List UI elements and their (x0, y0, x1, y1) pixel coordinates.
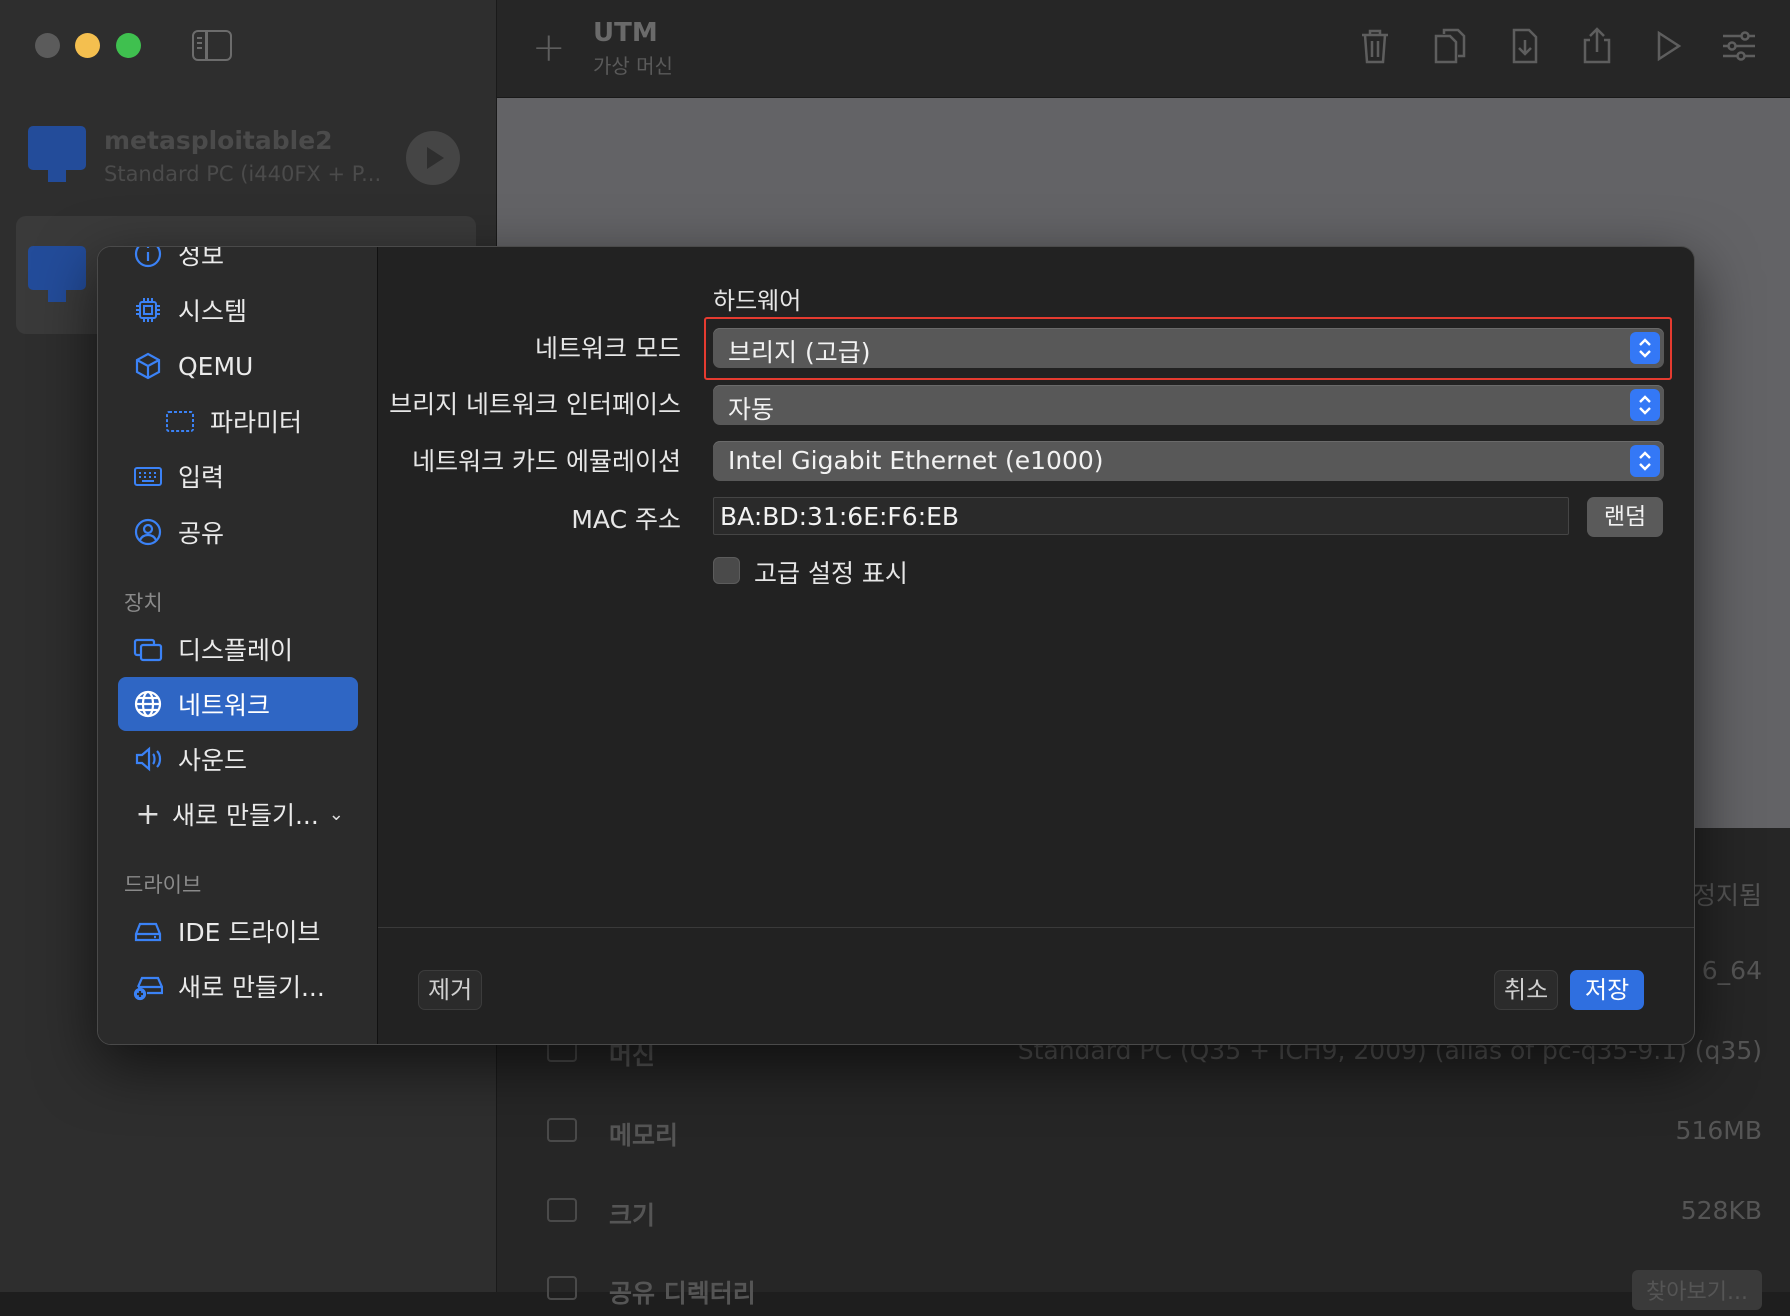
updown-chevron-icon (1630, 389, 1660, 421)
nav-item-new-drive[interactable]: 새로 만들기... (118, 959, 358, 1013)
speaker-icon (132, 743, 164, 775)
chevron-down-icon: ⌄ (328, 803, 344, 825)
nav-item-display[interactable]: 디스플레이 (118, 622, 358, 676)
network-mode-label: 네트워크 모드 (535, 334, 681, 363)
mac-address-field[interactable] (713, 497, 1569, 535)
mac-address-label: MAC 주소 (571, 505, 681, 534)
nav-item-parameters[interactable]: 파라미터 (150, 394, 358, 448)
trash-icon[interactable] (1357, 26, 1393, 66)
zoom-window-button[interactable] (116, 33, 141, 58)
detail-row-memory: 메모리 516MB (497, 1108, 1790, 1158)
monitor-icon (28, 246, 86, 302)
nav-item-input[interactable]: 입력 (118, 449, 358, 503)
hardware-section-title: 하드웨어 (713, 287, 802, 315)
plus-icon: + (135, 796, 161, 832)
drive-add-icon (132, 970, 164, 1002)
bridge-interface-label: 브리지 네트워크 인터페이스 (389, 390, 681, 419)
nav-item-info[interactable]: 정보 (118, 247, 358, 281)
vm-subtitle: Standard PC (i440FX + P... (104, 162, 382, 186)
display-icon (132, 633, 164, 665)
remove-button[interactable]: 제거 (418, 970, 483, 1010)
person-circle-icon (132, 516, 164, 548)
settings-sidebar: 정보 시스템 QEMU 파라미터 입력 공유 장치 디스플레이 네트워크 사운드… (98, 247, 378, 1044)
keyboard-icon (132, 460, 164, 492)
updown-chevron-icon (1630, 445, 1660, 477)
nav-item-system[interactable]: 시스템 (118, 283, 358, 337)
globe-icon (132, 688, 164, 720)
toolbar: + UTM 가상 머신 (497, 0, 1790, 98)
sidebar-toggle-icon[interactable] (192, 30, 232, 61)
show-advanced-checkbox[interactable] (713, 557, 740, 584)
browse-button[interactable]: 찾아보기... (1632, 1270, 1762, 1310)
window-subtitle: 가상 머신 (593, 54, 673, 78)
settings-sliders-icon[interactable] (1721, 26, 1757, 66)
random-mac-button[interactable]: 랜덤 (1587, 497, 1663, 537)
show-advanced-label: 고급 설정 표시 (754, 559, 908, 588)
nav-item-sharing[interactable]: 공유 (118, 505, 358, 559)
cube-icon (132, 350, 164, 382)
card-emulation-select[interactable]: Intel Gigabit Ethernet (e1000) (713, 441, 1664, 481)
settings-sheet: 정보 시스템 QEMU 파라미터 입력 공유 장치 디스플레이 네트워크 사운드… (97, 246, 1695, 1045)
play-icon[interactable] (406, 131, 460, 185)
drives-section-header: 드라이브 (124, 873, 202, 897)
mac-address-input[interactable] (714, 498, 1568, 534)
drive-icon (132, 915, 164, 947)
run-icon[interactable] (1650, 26, 1686, 66)
window-title: UTM (593, 18, 658, 48)
share-icon[interactable] (1579, 26, 1615, 66)
vm-item-metasploitable2[interactable]: metasploitable2 Standard PC (i440FX + P.… (16, 96, 476, 214)
utm-window: metasploitable2 Standard PC (i440FX + P.… (0, 0, 1790, 1310)
clone-icon[interactable] (1432, 26, 1468, 66)
drive-icon (547, 1198, 577, 1222)
monitor-icon (28, 126, 86, 182)
network-settings-pane: 하드웨어 네트워크 모드 브리지 (고급) 브리지 네트워크 인터페이스 자동 … (378, 247, 1694, 927)
card-emulation-label: 네트워크 카드 에뮬레이션 (412, 447, 681, 476)
cancel-button[interactable]: 취소 (1494, 970, 1559, 1010)
minimize-window-button[interactable] (75, 33, 100, 58)
nav-item-sound[interactable]: 사운드 (118, 732, 358, 786)
save-button[interactable]: 저장 (1570, 970, 1645, 1010)
nav-item-qemu[interactable]: QEMU (118, 339, 358, 393)
add-vm-icon[interactable]: + (532, 25, 566, 71)
folder-icon (547, 1276, 577, 1300)
nav-item-ide-drive[interactable]: IDE 드라이브 (118, 904, 358, 958)
detail-row-shared-dir: 공유 디렉터리 찾아보기... (497, 1266, 1790, 1316)
network-mode-select[interactable]: 브리지 (고급) (713, 328, 1664, 368)
info-icon (132, 247, 164, 270)
detail-row-size: 크기 528KB (497, 1188, 1790, 1238)
vm-name: metasploitable2 (104, 126, 333, 155)
parameter-icon (164, 405, 196, 437)
nav-item-network[interactable]: 네트워크 (118, 677, 358, 731)
sheet-footer: 제거 취소 저장 (378, 927, 1694, 1044)
close-window-button[interactable] (35, 33, 60, 58)
cpu-icon (132, 294, 164, 326)
devices-section-header: 장치 (124, 591, 163, 615)
nav-item-new-device[interactable]: + 새로 만들기... ⌄ (118, 787, 358, 841)
download-icon[interactable] (1507, 26, 1543, 66)
memory-icon (547, 1118, 577, 1142)
bridge-interface-select[interactable]: 자동 (713, 385, 1664, 425)
updown-chevron-icon (1630, 332, 1660, 364)
